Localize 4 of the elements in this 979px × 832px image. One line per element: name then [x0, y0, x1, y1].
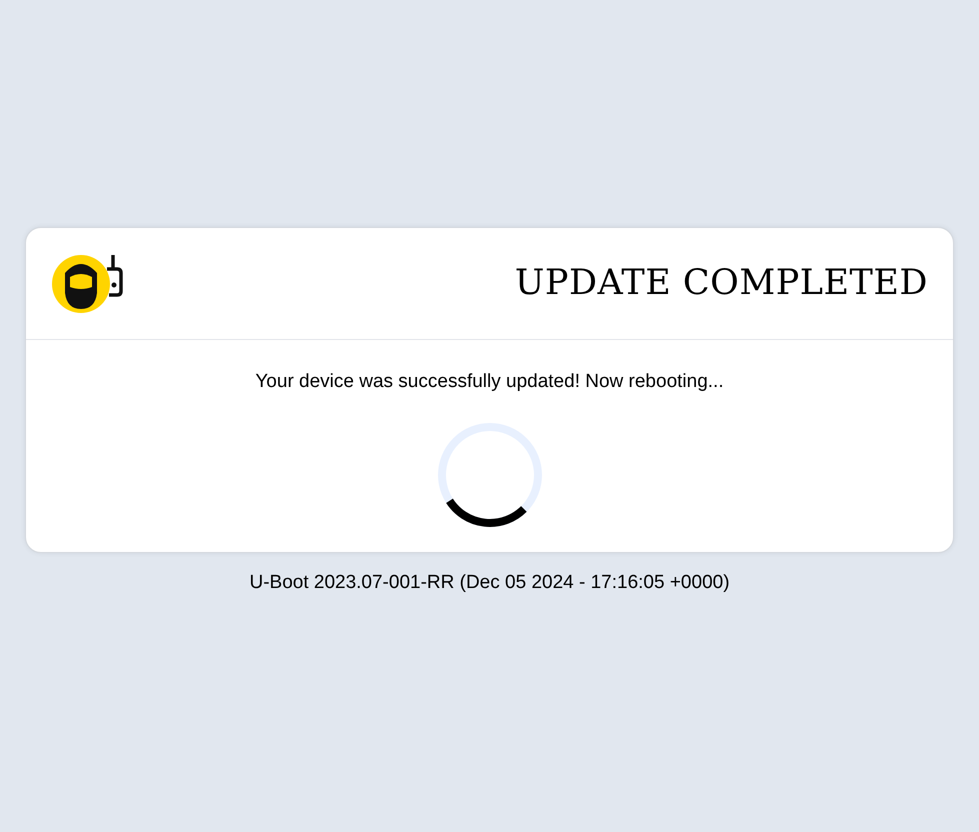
page-title: UPDATE COMPLETED [514, 262, 928, 305]
status-message: Your device was successfully updated! Now rebooting... [255, 370, 724, 394]
version-footer: U-Boot 2023.07-001-RR (Dec 05 2024 - 17:16:05 +0000) [249, 569, 730, 598]
spinner-icon [436, 422, 542, 528]
